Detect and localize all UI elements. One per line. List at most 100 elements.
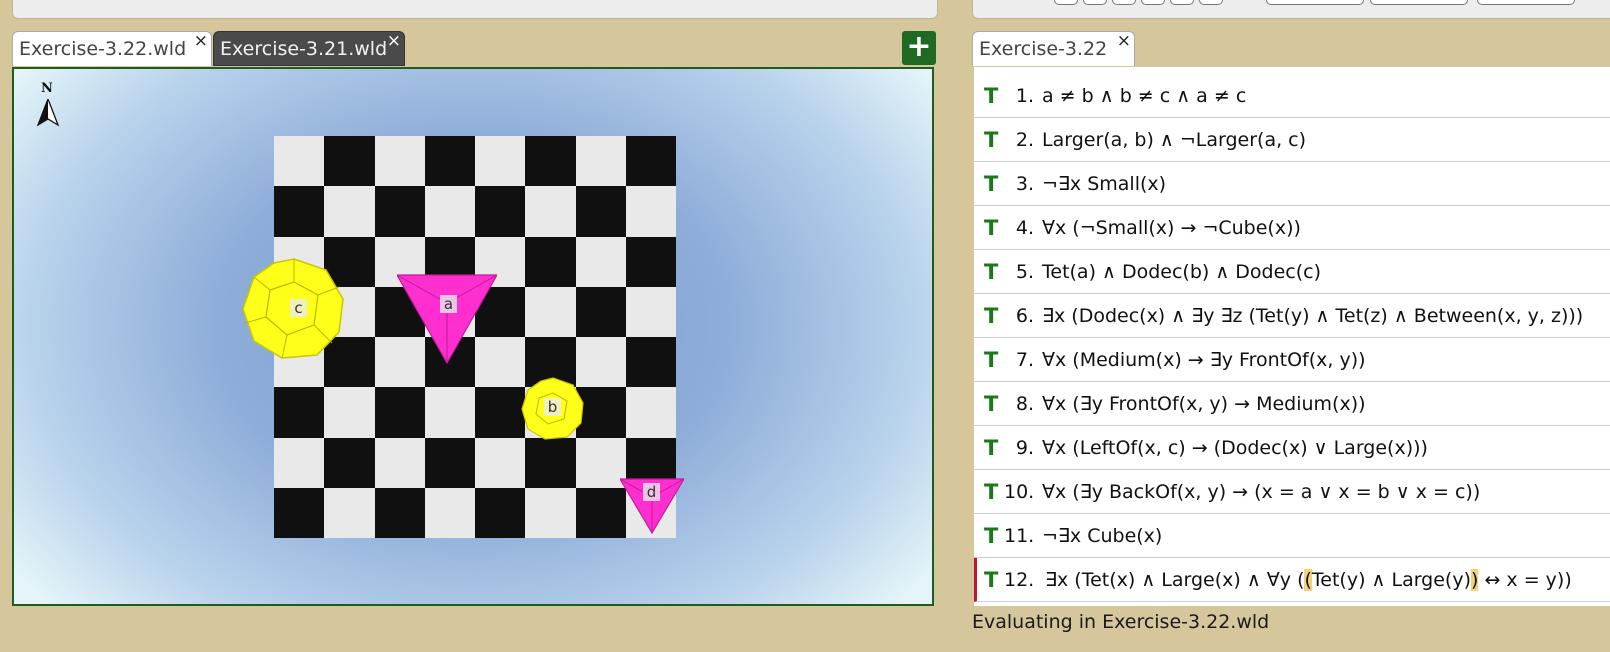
close-icon[interactable]: × — [387, 32, 401, 59]
board-square[interactable] — [475, 487, 526, 538]
board-square[interactable] — [525, 136, 576, 187]
sentence-formula[interactable]: ¬∃x Cube(x) — [1042, 514, 1162, 558]
board-square[interactable] — [625, 286, 676, 337]
board-square[interactable] — [374, 437, 425, 488]
board-square[interactable] — [424, 487, 475, 538]
board-square[interactable] — [525, 437, 576, 488]
board-square[interactable] — [274, 487, 325, 538]
board-square[interactable] — [575, 136, 626, 187]
board-square[interactable] — [475, 437, 526, 488]
sentence-row[interactable]: T 8. ∀x (∃y FrontOf(x, y) → Medium(x)) — [974, 382, 1610, 426]
board-square[interactable] — [475, 186, 526, 237]
tab-sentences-exercise-3-22[interactable]: Exercise-3.22 × — [972, 31, 1135, 66]
sentence-formula[interactable]: ∀x (∃y FrontOf(x, y) → Medium(x)) — [1042, 382, 1366, 426]
sentence-row-selected[interactable]: T 12. ∃x (Tet(x) ∧ Large(x) ∧ ∀y ((Tet(y… — [974, 558, 1610, 602]
board-square[interactable] — [475, 387, 526, 438]
board-square[interactable] — [575, 437, 626, 488]
sentence-formula[interactable]: ∀x (∃y BackOf(x, y) → (x = a ∨ x = b ∨ x… — [1042, 470, 1480, 514]
truth-value: T — [984, 480, 999, 504]
board-square[interactable] — [374, 136, 425, 187]
tab-label: Exercise-3.22.wld — [19, 38, 187, 60]
toolbar-button[interactable] — [1083, 0, 1107, 5]
board-square[interactable] — [625, 236, 676, 287]
sentence-number: 3. — [1015, 173, 1034, 195]
sentence-number: 10. — [1004, 481, 1035, 503]
board-square[interactable] — [324, 437, 375, 488]
sentence-formula[interactable]: ∃x (Tet(x) ∧ Large(x) ∧ ∀y ((Tet(y) ∧ La… — [1045, 558, 1572, 602]
sentence-formula[interactable]: Larger(a, b) ∧ ¬Larger(a, c) — [1042, 118, 1306, 162]
sentence-row[interactable]: T 1. a ≠ b ∧ b ≠ c ∧ a ≠ c — [974, 74, 1610, 118]
board-square[interactable] — [625, 186, 676, 237]
board-square[interactable] — [324, 186, 375, 237]
sentence-formula[interactable]: ∀x (¬Small(x) → ¬Cube(x)) — [1042, 206, 1301, 250]
sentence-number: 8. — [1015, 393, 1034, 415]
add-tab-button[interactable]: + — [902, 31, 936, 65]
board-square[interactable] — [625, 337, 676, 388]
toolbar-button[interactable] — [1266, 0, 1364, 5]
toolbar-button[interactable] — [1370, 0, 1468, 5]
sentence-row[interactable]: T 5. Tet(a) ∧ Dodec(b) ∧ Dodec(c) — [974, 250, 1610, 294]
truth-value: T — [984, 128, 999, 152]
object-d-medium-tet[interactable]: d — [618, 477, 686, 535]
sentence-row[interactable]: T 2. Larger(a, b) ∧ ¬Larger(a, c) — [974, 118, 1610, 162]
tab-world-exercise-3-21[interactable]: Exercise-3.21.wld × — [213, 31, 405, 66]
close-icon[interactable]: × — [194, 32, 208, 59]
board-square[interactable] — [475, 136, 526, 187]
sentence-row[interactable]: T 10. ∀x (∃y BackOf(x, y) → (x = a ∨ x =… — [974, 470, 1610, 514]
formula-part: Tet(y) ∧ Large(y) — [1311, 569, 1472, 591]
sentence-list[interactable]: T 1. a ≠ b ∧ b ≠ c ∧ a ≠ c T 2. Larger(a… — [974, 67, 1610, 606]
board-square[interactable] — [324, 136, 375, 187]
board-square[interactable] — [424, 387, 475, 438]
sentence-row[interactable]: T 6. ∃x (Dodec(x) ∧ ∃y ∃z (Tet(y) ∧ Tet(… — [974, 294, 1610, 338]
board-square[interactable] — [525, 186, 576, 237]
toolbar-button[interactable] — [1112, 0, 1136, 5]
board-square[interactable] — [525, 286, 576, 337]
board-square[interactable] — [274, 387, 325, 438]
board-square[interactable] — [274, 437, 325, 488]
board-square[interactable] — [374, 387, 425, 438]
board-square[interactable] — [525, 236, 576, 287]
toolbar-button[interactable] — [1199, 0, 1223, 5]
board-square[interactable] — [424, 437, 475, 488]
sentence-row[interactable]: T 11. ¬∃x Cube(x) — [974, 514, 1610, 558]
board-square[interactable] — [575, 286, 626, 337]
sentence-row[interactable]: T 4. ∀x (¬Small(x) → ¬Cube(x)) — [974, 206, 1610, 250]
board-square[interactable] — [274, 186, 325, 237]
sentence-formula[interactable]: Tet(a) ∧ Dodec(b) ∧ Dodec(c) — [1042, 250, 1321, 294]
board-square[interactable] — [324, 387, 375, 438]
board-square[interactable] — [575, 186, 626, 237]
object-b-medium-dodec[interactable]: b — [521, 377, 585, 441]
board-square[interactable] — [575, 487, 626, 538]
toolbar-button[interactable] — [1141, 0, 1165, 5]
tab-world-exercise-3-22[interactable]: Exercise-3.22.wld × — [12, 31, 212, 66]
world-view[interactable]: N c a b d — [12, 67, 934, 606]
close-icon[interactable]: × — [1117, 32, 1131, 59]
sentence-formula[interactable]: ∀x (Medium(x) → ∃y FrontOf(x, y)) — [1042, 338, 1366, 382]
sentence-formula[interactable]: ∃x (Dodec(x) ∧ ∃y ∃z (Tet(y) ∧ Tet(z) ∧ … — [1042, 294, 1583, 338]
sentence-formula[interactable]: ∀x (LeftOf(x, c) → (Dodec(x) ∨ Large(x))… — [1042, 426, 1428, 470]
board-square[interactable] — [625, 136, 676, 187]
object-c-large-dodec[interactable]: c — [242, 257, 346, 361]
sentence-row[interactable]: T 3. ¬∃x Small(x) — [974, 162, 1610, 206]
board-square[interactable] — [525, 487, 576, 538]
toolbar-button[interactable] — [1170, 0, 1194, 5]
board-square[interactable] — [374, 487, 425, 538]
board-square[interactable] — [424, 186, 475, 237]
toolbar-button[interactable] — [1054, 0, 1078, 5]
toolbar-button[interactable] — [1477, 0, 1575, 5]
board-square[interactable] — [575, 236, 626, 287]
sentence-row[interactable]: T 7. ∀x (Medium(x) → ∃y FrontOf(x, y)) — [974, 338, 1610, 382]
sentence-number: 1. — [1015, 85, 1034, 107]
truth-value: T — [984, 436, 999, 460]
board-square[interactable] — [374, 186, 425, 237]
object-a-large-tet[interactable]: a — [395, 273, 499, 365]
sentence-formula[interactable]: a ≠ b ∧ b ≠ c ∧ a ≠ c — [1042, 74, 1246, 118]
sentence-formula[interactable]: ¬∃x Small(x) — [1042, 162, 1166, 206]
north-arrow-icon — [36, 99, 60, 127]
board-square[interactable] — [324, 487, 375, 538]
truth-value: T — [984, 216, 999, 240]
board-square[interactable] — [424, 136, 475, 187]
board-square[interactable] — [274, 136, 325, 187]
sentence-row[interactable]: T 9. ∀x (LeftOf(x, c) → (Dodec(x) ∨ Larg… — [974, 426, 1610, 470]
board-square[interactable] — [625, 387, 676, 438]
